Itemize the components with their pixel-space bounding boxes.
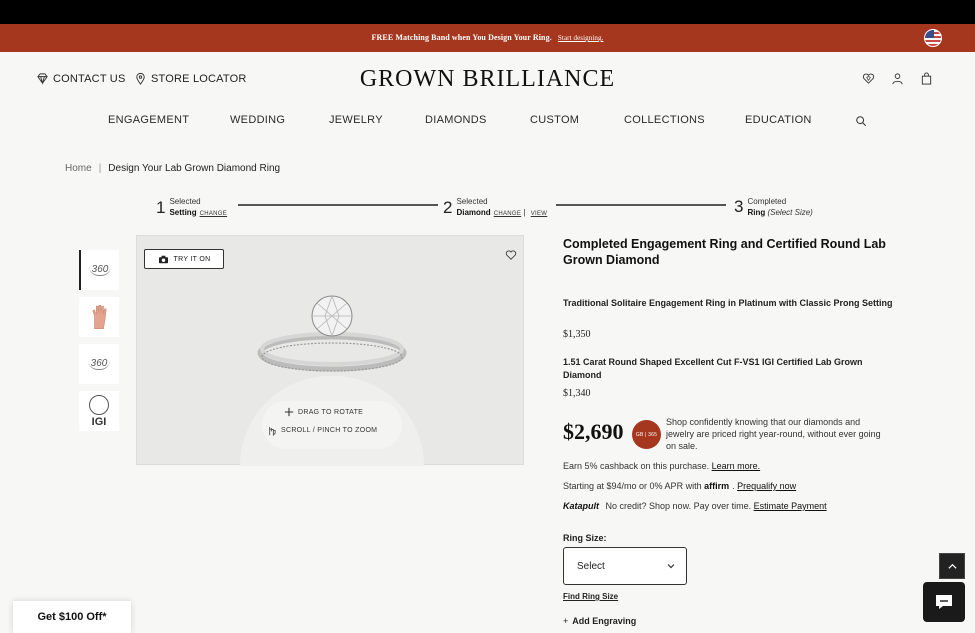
learn-more-link[interactable]: Learn more. [712, 461, 761, 471]
promo-banner: FREE Matching Band when You Design Your … [0, 24, 975, 52]
plus-icon: + [563, 616, 569, 626]
drag-hint: DRAG TO ROTATE [284, 407, 363, 417]
try-it-on-button[interactable]: TRY IT ON [144, 249, 224, 269]
browser-top-bar [0, 0, 975, 24]
total-price: $2,690 [563, 419, 624, 444]
shopping-bag-icon[interactable] [920, 72, 933, 85]
search-icon[interactable] [855, 115, 867, 130]
nav-education[interactable]: EDUCATION [745, 114, 812, 126]
step-note: (Select Size) [767, 208, 813, 217]
nav-jewelry[interactable]: JEWELRY [329, 114, 383, 126]
step-number: 3 [734, 197, 744, 216]
start-designing-link[interactable]: Start designing. [558, 34, 604, 42]
account-icon[interactable] [891, 72, 904, 85]
chevron-down-icon [667, 564, 675, 569]
drag-to-rotate-label: DRAG TO ROTATE [298, 408, 364, 416]
scroll-to-top-button[interactable] [939, 553, 965, 579]
setting-price: $1,350 [563, 329, 591, 340]
financing-line: Starting at $94/mo or 0% APR with affirm… [563, 481, 797, 491]
step-progress-bar-2 [556, 204, 726, 206]
camera-icon [158, 255, 168, 263]
nav-engagement[interactable]: ENGAGEMENT [108, 114, 189, 126]
step-number: 2 [443, 198, 453, 217]
step-diamond: 2 Selected Diamond CHANGE | VIEW [443, 197, 548, 217]
estimate-payment-link[interactable]: Estimate Payment [754, 501, 827, 511]
thumbnail-list: 360 360 IGI [79, 250, 119, 438]
katapult-line: Katapult No credit? Shop now. Pay over t… [563, 501, 827, 511]
nav-diamonds[interactable]: DIAMONDS [425, 114, 487, 126]
breadcrumb-current: Design Your Lab Grown Diamond Ring [108, 163, 281, 174]
wishlist-icon[interactable] [862, 72, 875, 85]
nav-custom[interactable]: CUSTOM [530, 114, 579, 126]
ring-size-select[interactable]: Select [563, 547, 687, 585]
move-arrows-icon [284, 407, 294, 417]
ring-size-value: Select [577, 561, 605, 572]
step-status: Selected [169, 197, 201, 206]
promo-text: FREE Matching Band when You Design Your … [371, 33, 552, 42]
step-title: Diamond [456, 208, 491, 217]
rotate-360-icon: 360 [87, 358, 111, 370]
ring-builder-steps: 1 Selected Setting CHANGE 2 Selected Diamon… [156, 196, 816, 226]
product-title: Completed Engagement Ring and Certified … [563, 237, 886, 267]
prequalify-link[interactable]: Prequalify now [737, 481, 796, 491]
price-assurance-text: Shop confidently knowing that our diamon… [666, 417, 881, 451]
thumb-hand-view[interactable] [79, 297, 119, 337]
igi-label: IGI [91, 415, 107, 428]
diamond-name[interactable]: 1.51 Carat Round Shaped Excellent Cut F-… [563, 356, 893, 382]
try-it-on-label: TRY IT ON [173, 255, 211, 263]
add-engraving-label: Add Engraving [572, 616, 637, 626]
step-progress-bar-1 [238, 204, 438, 206]
katapult-text: No credit? Shop now. Pay over time. [605, 501, 752, 511]
pinch-hand-icon [269, 426, 276, 436]
change-diamond-link[interactable]: CHANGE [494, 211, 521, 217]
thumb-igi-certificate[interactable]: IGI [79, 391, 119, 431]
chat-button[interactable] [923, 582, 965, 622]
change-setting-link[interactable]: CHANGE [200, 211, 227, 217]
setting-name[interactable]: Traditional Solitaire Engagement Ring in… [563, 297, 893, 310]
zoom-hint: SCROLL / PINCH TO ZOOM [266, 425, 377, 436]
promo-message: FREE Matching Band when You Design Your … [0, 33, 975, 42]
us-flag-icon[interactable] [924, 29, 942, 47]
affirm-logo: affirm [704, 481, 730, 491]
chevron-up-icon [947, 563, 957, 569]
step-title: Setting [169, 208, 197, 217]
price-guarantee-badge: GB | 365 [632, 420, 661, 449]
step-number: 1 [156, 198, 166, 217]
rotate-360-icon: 360 [88, 264, 112, 276]
hand-icon [92, 305, 107, 329]
nav-wedding[interactable]: WEDDING [230, 114, 285, 126]
find-ring-size-link[interactable]: Find Ring Size [563, 592, 618, 601]
step-ring: 3 Completed Ring (Select Size) [734, 196, 813, 218]
nav-collections[interactable]: COLLECTIONS [624, 114, 705, 126]
step-status: Completed [747, 197, 787, 206]
thumb-360-video[interactable]: 360 [79, 344, 119, 384]
chat-bubble-icon [936, 595, 952, 609]
ring-size-label: Ring Size: [563, 533, 607, 543]
scroll-to-zoom-label: SCROLL / PINCH TO ZOOM [281, 427, 378, 434]
step-setting: 1 Selected Setting CHANGE [156, 196, 227, 220]
view-diamond-link[interactable]: VIEW [531, 211, 548, 217]
financing-text: Starting at $94/mo or 0% APR with [563, 481, 702, 491]
ring-image [257, 294, 407, 372]
breadcrumb-separator: | [98, 163, 102, 174]
step-title: Ring [747, 208, 766, 217]
discount-popup-button[interactable]: Get $100 Off* [13, 601, 131, 633]
favorite-heart-icon[interactable] [505, 249, 517, 261]
add-engraving-button[interactable]: + Add Engraving [563, 616, 636, 626]
breadcrumb-home[interactable]: Home [65, 163, 92, 174]
igi-logo-icon: IGI [89, 394, 109, 428]
breadcrumb: Home | Design Your Lab Grown Diamond Ring [65, 163, 280, 174]
step-status: Selected [456, 197, 488, 206]
katapult-logo: Katapult [563, 501, 599, 511]
cashback-line: Earn 5% cashback on this purchase. Learn… [563, 461, 760, 471]
thumb-360-view[interactable]: 360 [79, 250, 119, 290]
product-viewer[interactable]: TRY IT ON DRAG TO ROTATE SCROLL / PINCH … [136, 235, 524, 466]
viewer-hint: DRAG TO ROTATE SCROLL / PINCH TO ZOOM [262, 401, 402, 449]
site-logo[interactable]: GROWN BRILLIANCE [0, 66, 975, 93]
cashback-text: Earn 5% cashback on this purchase. [563, 461, 710, 471]
diamond-price: $1,340 [563, 388, 591, 399]
